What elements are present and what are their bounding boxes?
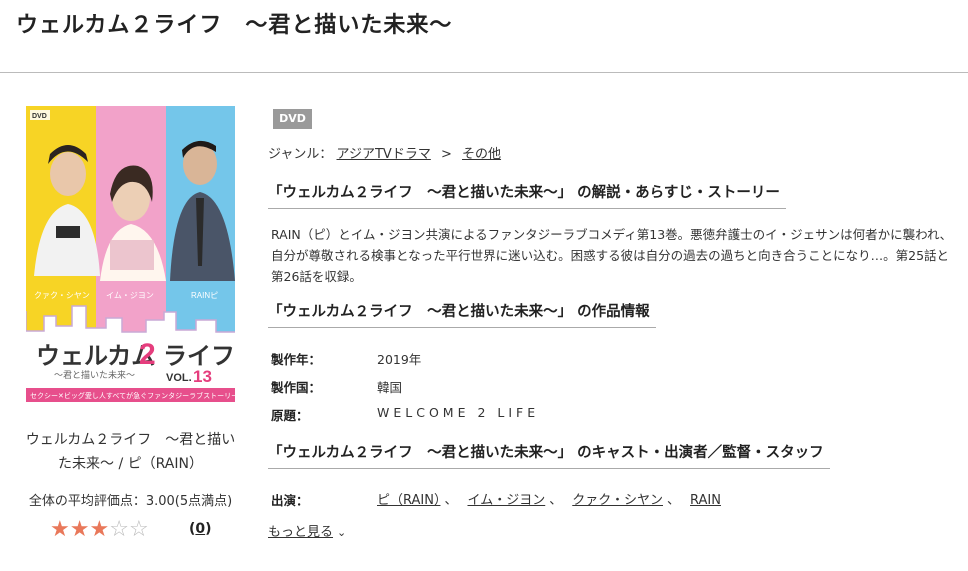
star-empty-icon: ☆ <box>109 517 129 542</box>
caption-line-1: ウェルカム２ライフ ～君と描い <box>25 432 236 448</box>
cast-link-im-jiyeon[interactable]: イム・ジヨン <box>467 493 545 508</box>
year-label: 製作年： <box>271 352 322 367</box>
cover-name-1: クァク・シヤン <box>34 291 90 300</box>
more-link-label[interactable]: もっと見る <box>268 525 333 540</box>
country-label: 製作国： <box>271 380 322 395</box>
chevron-down-icon: ⌄ <box>337 526 347 539</box>
cover-logo-right: ライフ <box>163 343 235 370</box>
title-divider <box>0 72 968 73</box>
star-filled-icon: ★ <box>69 517 90 542</box>
cover-logo: ウェルカム <box>36 343 155 370</box>
cover-tagline: セクシー✕ビッグ愛し人すべてが急ぐファンタジーラブストーリー <box>30 391 235 400</box>
year-value: 2019年 <box>377 352 422 367</box>
synopsis-text: RAIN（ピ）とイム・ジヨン共演によるファンタジーラブコメディ第13巻。悪徳弁護… <box>271 227 953 284</box>
star-empty-icon: ☆ <box>128 517 149 542</box>
cover-dvd-mark: DVD <box>32 113 47 120</box>
cover-logo-sub: ～君と描いた未来～ <box>54 369 135 380</box>
original-title-label: 原題： <box>271 408 309 423</box>
cast-label: 出演： <box>271 493 309 508</box>
cast-link-kwak-siyang[interactable]: クァク・シヤン <box>572 493 663 508</box>
synopsis-heading: 「ウェルカム２ライフ ～君と描いた未来～」 の解説・あらすじ・ストーリー <box>268 182 786 209</box>
cover-name-2: イム・ジヨン <box>106 291 154 300</box>
average-rating: 全体の平均評価点：3.00(5点満点) <box>28 494 233 509</box>
cover-vol-label: VOL. <box>166 372 192 384</box>
genre-label: ジャンル： <box>268 147 333 162</box>
cast-link-rain-2[interactable]: RAIN <box>690 493 721 508</box>
star-filled-icon: ★ <box>50 517 70 542</box>
star-filled-icon: ★ <box>89 517 110 542</box>
genre-link-asia-tv-drama[interactable]: アジアTVドラマ <box>337 147 431 162</box>
cast-link-rain[interactable]: ピ（RAIN） <box>377 493 440 508</box>
media-type-badge: DVD <box>273 109 312 129</box>
country-value: 韓国 <box>377 380 403 395</box>
cover-caption: ウェルカム２ライフ ～君と描い た未来～ / ピ（RAIN） <box>18 428 243 476</box>
more-link[interactable]: もっと見る ⌄ <box>268 521 346 540</box>
breadcrumb-separator: > <box>440 147 452 162</box>
genre-link-other[interactable]: その他 <box>462 147 501 162</box>
caption-line-2: た未来～ / ピ（RAIN） <box>58 456 203 472</box>
review-count: (0) <box>189 521 212 537</box>
page-title: ウェルカム２ライフ ～君と描いた未来～ <box>16 13 453 38</box>
genre-breadcrumb: ジャンル： アジアTVドラマ > その他 <box>268 145 501 165</box>
original-title-value: WELCOME 2 LIFE <box>377 405 540 420</box>
review-count-link[interactable]: 0 <box>195 521 205 537</box>
cover-logo-number: 2 <box>139 338 156 371</box>
cast-list: ピ（RAIN）、イム・ジヨン、クァク・シヤン、 RAIN <box>377 493 721 508</box>
star-rating: ★★★☆☆ <box>50 517 149 543</box>
cover-name-3: RAINピ <box>191 291 218 300</box>
cover-vol-number: 13 <box>193 367 212 386</box>
cast-heading: 「ウェルカム２ライフ ～君と描いた未来～」 のキャスト・出演者／監督・スタッフ <box>268 442 830 469</box>
info-heading: 「ウェルカム２ライフ ～君と描いた未来～」 の作品情報 <box>268 301 656 328</box>
cover-image[interactable]: クァク・シヤン イム・ジヨン RAINピ ウェルカム 2 ライフ ～君と描いた未… <box>26 106 235 402</box>
